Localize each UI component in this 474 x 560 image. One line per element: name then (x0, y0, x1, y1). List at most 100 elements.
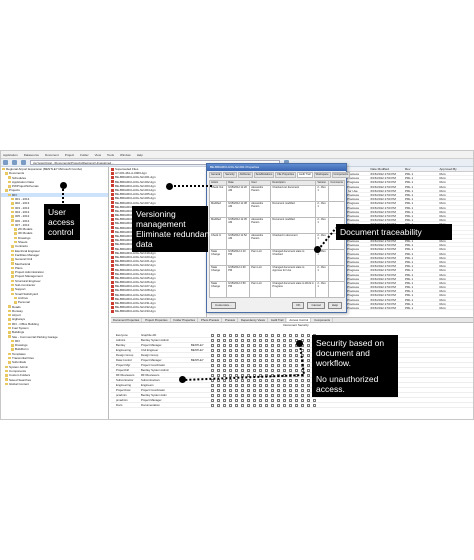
checkbox[interactable] (277, 353, 280, 357)
checkbox[interactable] (307, 348, 310, 352)
checkbox[interactable] (235, 373, 238, 377)
checkbox[interactable] (229, 393, 232, 397)
checkbox[interactable] (217, 338, 220, 342)
checkbox[interactable] (223, 398, 226, 402)
checkbox[interactable] (301, 348, 304, 352)
checkbox[interactable] (271, 368, 274, 372)
checkbox[interactable] (283, 368, 286, 372)
checkbox[interactable] (229, 338, 232, 342)
bottom-tab[interactable]: Document Properties (111, 318, 143, 322)
checkbox[interactable] (211, 383, 214, 387)
checkbox[interactable] (241, 403, 244, 407)
checkbox[interactable] (235, 403, 238, 407)
checkbox[interactable] (217, 358, 220, 362)
checkbox[interactable] (265, 333, 268, 337)
column-header[interactable]: Date Modified (370, 167, 405, 171)
checkbox[interactable] (241, 358, 244, 362)
checkbox[interactable] (289, 343, 292, 347)
checkbox[interactable] (283, 403, 286, 407)
checkbox[interactable] (307, 358, 310, 362)
checkbox[interactable] (235, 368, 238, 372)
checkbox[interactable] (223, 338, 226, 342)
checkbox[interactable] (241, 333, 244, 337)
checkbox[interactable] (289, 403, 292, 407)
checkbox[interactable] (241, 353, 244, 357)
checkbox[interactable] (253, 338, 256, 342)
checkbox[interactable] (265, 378, 268, 382)
checkbox[interactable] (295, 368, 298, 372)
checkbox[interactable] (283, 333, 286, 337)
checkbox[interactable] (271, 378, 274, 382)
column-header[interactable]: Rev (404, 167, 439, 171)
checkbox[interactable] (271, 343, 274, 347)
menu-item[interactable]: View (95, 153, 101, 157)
bottom-tab[interactable]: Access Control (287, 318, 312, 322)
checkbox[interactable] (223, 358, 226, 362)
checkbox[interactable] (307, 343, 310, 347)
menu-item[interactable]: Window (120, 153, 131, 157)
checkbox[interactable] (229, 358, 232, 362)
checkbox[interactable] (289, 338, 292, 342)
bottom-tab[interactable]: Preview (223, 318, 238, 322)
checkbox[interactable] (223, 363, 226, 367)
checkbox[interactable] (307, 383, 310, 387)
checkbox[interactable] (223, 403, 226, 407)
checkbox[interactable] (289, 378, 292, 382)
checkbox[interactable] (259, 343, 262, 347)
checkbox[interactable] (259, 368, 262, 372)
checkbox[interactable] (307, 363, 310, 367)
checkbox[interactable] (229, 378, 232, 382)
checkbox[interactable] (307, 393, 310, 397)
checkbox[interactable] (217, 343, 220, 347)
checkbox[interactable] (259, 403, 262, 407)
checkbox[interactable] (265, 388, 268, 392)
checkbox[interactable] (229, 398, 232, 402)
checkbox[interactable] (271, 348, 274, 352)
checkbox[interactable] (217, 393, 220, 397)
checkbox[interactable] (289, 388, 292, 392)
checkbox[interactable] (271, 353, 274, 357)
checkbox[interactable] (289, 348, 292, 352)
checkbox[interactable] (235, 358, 238, 362)
checkbox[interactable] (241, 348, 244, 352)
checkbox[interactable] (295, 363, 298, 367)
checkbox[interactable] (271, 393, 274, 397)
cancel-button[interactable]: Cancel (307, 302, 325, 309)
checkbox[interactable] (259, 393, 262, 397)
table-row[interactable]: Modified 6/15/2012 11:38 AM Alexandra Paxt… (208, 201, 345, 218)
checkbox[interactable] (253, 348, 256, 352)
checkbox[interactable] (253, 383, 256, 387)
checkbox[interactable] (289, 383, 292, 387)
checkbox[interactable] (229, 368, 232, 372)
checkbox[interactable] (283, 378, 286, 382)
checkbox[interactable] (289, 373, 292, 377)
dialog-tab[interactable]: Sets/Relations (253, 172, 275, 178)
dialog-tab[interactable]: Security (223, 172, 237, 178)
checkbox[interactable] (283, 383, 286, 387)
checkbox[interactable] (265, 358, 268, 362)
checkbox[interactable] (247, 368, 250, 372)
checkbox[interactable] (253, 393, 256, 397)
checkbox[interactable] (211, 393, 214, 397)
dialog-tab[interactable]: File Properties (275, 172, 297, 178)
checkbox[interactable] (271, 403, 274, 407)
checkbox[interactable] (217, 363, 220, 367)
checkbox[interactable] (277, 388, 280, 392)
checkbox[interactable] (235, 348, 238, 352)
checkbox[interactable] (253, 353, 256, 357)
checkbox[interactable] (229, 353, 232, 357)
checkbox[interactable] (301, 383, 304, 387)
checkbox[interactable] (247, 348, 250, 352)
checkbox[interactable] (301, 333, 304, 337)
checkbox[interactable] (265, 338, 268, 342)
table-row[interactable]: Modified 6/15/2012 11:45 AM Alexandra Paxt… (208, 217, 345, 234)
checkbox[interactable] (241, 368, 244, 372)
checkbox[interactable] (289, 368, 292, 372)
checkbox[interactable] (259, 363, 262, 367)
checkbox[interactable] (235, 383, 238, 387)
checkbox[interactable] (241, 383, 244, 387)
checkbox[interactable] (223, 348, 226, 352)
checkbox[interactable] (211, 333, 214, 337)
forward-icon[interactable] (12, 160, 17, 165)
checkbox[interactable] (295, 373, 298, 377)
